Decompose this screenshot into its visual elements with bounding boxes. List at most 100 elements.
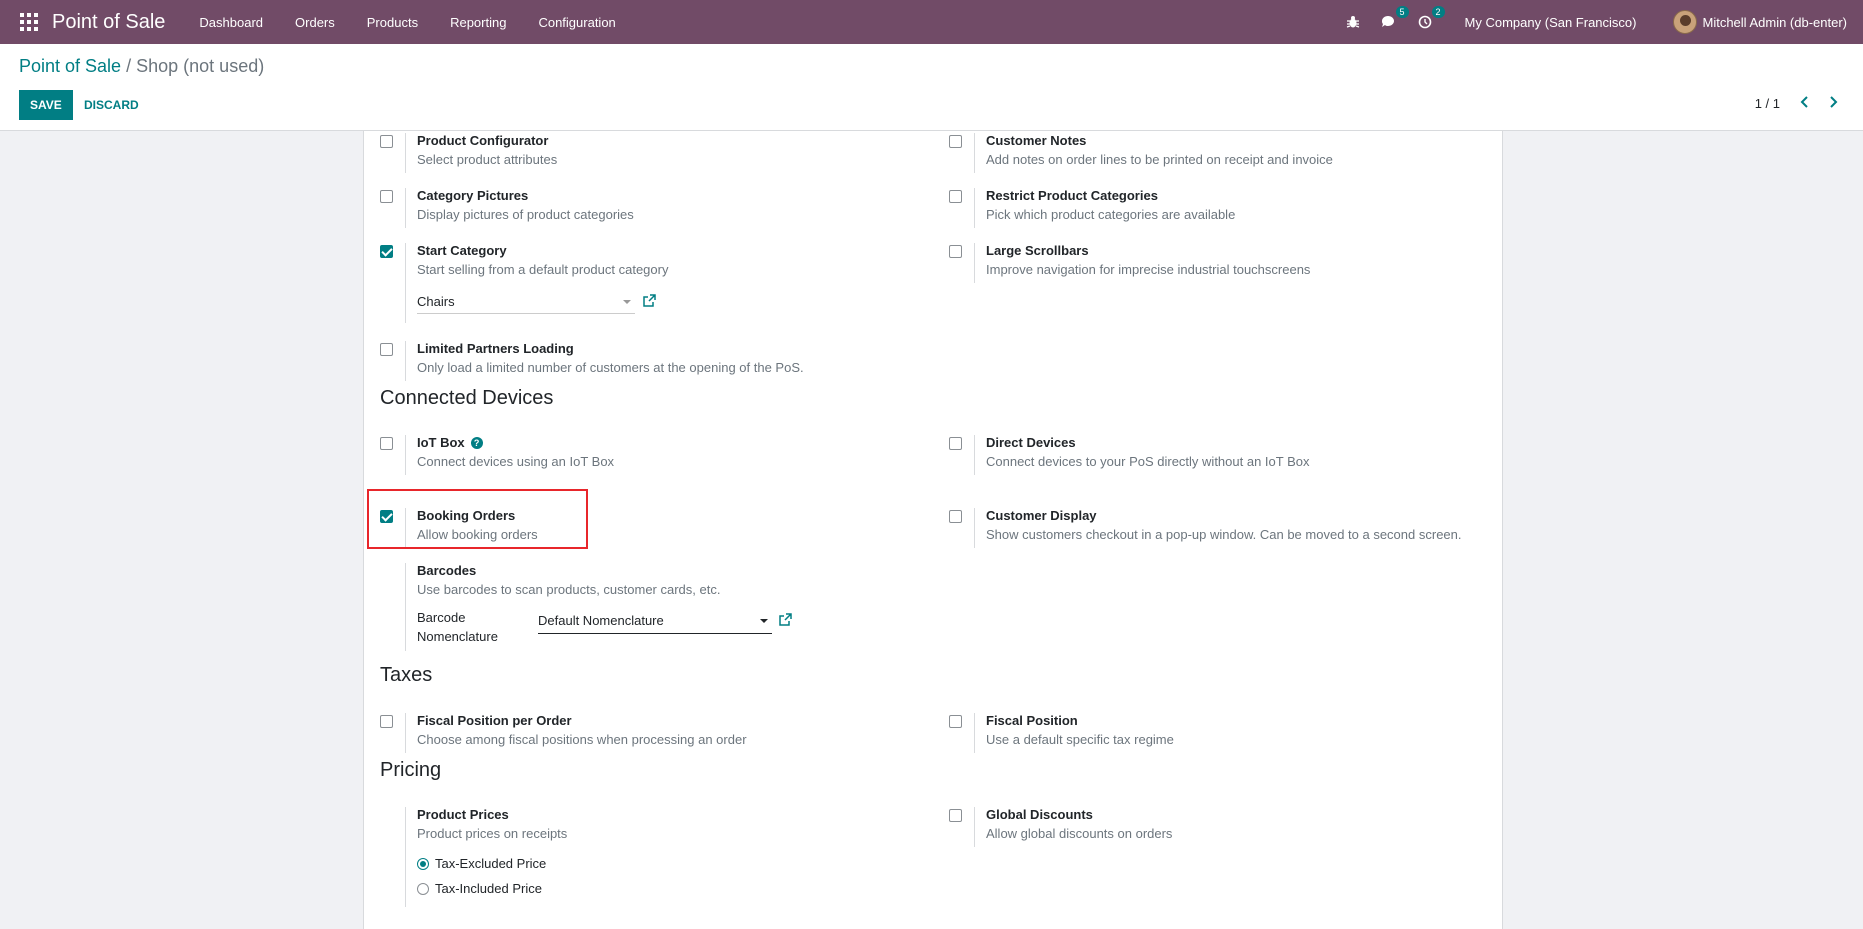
pager-next-icon[interactable] xyxy=(1825,94,1841,110)
product-configurator-checkbox[interactable] xyxy=(380,135,393,148)
activities-clock-icon[interactable]: 2 xyxy=(1415,6,1445,32)
menu-dashboard[interactable]: Dashboard xyxy=(183,15,279,30)
restrict-categories-desc: Pick which product categories are availa… xyxy=(986,207,1236,222)
direct-devices-desc: Connect devices to your PoS directly wit… xyxy=(986,454,1310,469)
breadcrumb-parent[interactable]: Point of Sale xyxy=(19,56,121,76)
setting-barcodes: Barcodes Use barcodes to scan products, … xyxy=(380,563,820,651)
company-switcher[interactable]: My Company (San Francisco) xyxy=(1465,15,1637,30)
setting-product-configurator: Product Configurator Select product attr… xyxy=(380,133,820,173)
apps-menu-icon[interactable] xyxy=(20,13,38,31)
category-pictures-desc: Display pictures of product categories xyxy=(417,207,634,222)
breadcrumb: Point of Sale / Shop (not used) xyxy=(19,56,264,77)
limited-partners-desc: Only load a limited number of customers … xyxy=(417,360,804,375)
menu-products[interactable]: Products xyxy=(351,15,434,30)
highlight-box xyxy=(367,489,588,549)
large-scrollbars-desc: Improve navigation for imprecise industr… xyxy=(986,262,1311,277)
start-category-desc: Start selling from a default product cat… xyxy=(417,262,669,277)
setting-fiscal-position-order: Fiscal Position per Order Choose among f… xyxy=(380,713,820,753)
direct-devices-checkbox[interactable] xyxy=(949,437,962,450)
section-pricing: Pricing xyxy=(380,759,442,781)
fiscal-position-order-title: Fiscal Position per Order xyxy=(417,713,572,728)
control-panel: Point of Sale / Shop (not used) SAVE DIS… xyxy=(0,44,1863,131)
setting-direct-devices: Direct Devices Connect devices to your P… xyxy=(949,435,1489,475)
limited-partners-title: Limited Partners Loading xyxy=(417,341,574,356)
barcodes-desc: Use barcodes to scan products, customer … xyxy=(417,582,721,597)
global-discounts-title: Global Discounts xyxy=(986,807,1093,822)
start-category-select[interactable]: Chairs xyxy=(417,294,635,314)
product-configurator-title: Product Configurator xyxy=(417,133,549,148)
product-prices-title: Product Prices xyxy=(417,807,509,822)
chevron-down-icon xyxy=(623,300,631,304)
fiscal-position-order-desc: Choose among fiscal positions when proce… xyxy=(417,732,747,747)
top-navbar: Point of Sale Dashboard Orders Products … xyxy=(0,0,1863,44)
breadcrumb-separator: / xyxy=(126,56,132,76)
external-link-icon[interactable] xyxy=(778,613,792,627)
tax-excluded-label[interactable]: Tax-Excluded Price xyxy=(435,856,546,871)
setting-iot-box: IoT Box? Connect devices using an IoT Bo… xyxy=(380,435,820,475)
setting-limited-partners: Limited Partners Loading Only load a lim… xyxy=(380,341,820,381)
setting-customer-display: Customer Display Show customers checkout… xyxy=(949,508,1489,548)
customer-notes-title: Customer Notes xyxy=(986,133,1087,148)
pager-previous-icon[interactable] xyxy=(1797,94,1813,110)
iot-box-desc: Connect devices using an IoT Box xyxy=(417,454,615,469)
barcode-nomenclature-select[interactable]: Default Nomenclature xyxy=(538,613,772,634)
global-discounts-checkbox[interactable] xyxy=(949,809,962,822)
main-menu: Dashboard Orders Products Reporting Conf… xyxy=(183,15,631,30)
customer-notes-desc: Add notes on order lines to be printed o… xyxy=(986,152,1333,167)
iot-box-title: IoT Box xyxy=(417,435,465,450)
messages-chat-icon[interactable]: 5 xyxy=(1379,6,1409,32)
barcode-nomenclature-value: Default Nomenclature xyxy=(538,613,664,628)
setting-customer-notes: Customer Notes Add notes on order lines … xyxy=(949,133,1489,173)
customer-notes-checkbox[interactable] xyxy=(949,135,962,148)
save-button[interactable]: SAVE xyxy=(19,90,73,120)
setting-global-discounts: Global Discounts Allow global discounts … xyxy=(949,807,1489,847)
section-taxes: Taxes xyxy=(380,664,433,686)
menu-reporting[interactable]: Reporting xyxy=(434,15,522,30)
caret-down-icon xyxy=(760,619,768,623)
app-brand[interactable]: Point of Sale xyxy=(52,11,165,34)
setting-restrict-categories: Restrict Product Categories Pick which p… xyxy=(949,188,1489,228)
fiscal-position-order-checkbox[interactable] xyxy=(380,715,393,728)
customer-display-checkbox[interactable] xyxy=(949,510,962,523)
debug-bug-icon[interactable] xyxy=(1343,12,1363,32)
external-link-icon[interactable] xyxy=(642,294,656,308)
iot-box-title-wrap: IoT Box? xyxy=(417,435,483,450)
customer-display-title: Customer Display xyxy=(986,508,1097,523)
start-category-checkbox[interactable] xyxy=(380,245,393,258)
tax-included-label[interactable]: Tax-Included Price xyxy=(435,881,542,896)
barcode-label-line2: Nomenclature xyxy=(417,629,498,644)
navbar-systray: 5 2 My Company (San Francisco) Mitchell … xyxy=(1335,0,1863,44)
breadcrumb-current: Shop (not used) xyxy=(136,56,265,76)
product-configurator-desc: Select product attributes xyxy=(417,152,558,167)
user-menu[interactable]: Mitchell Admin (db-enter) xyxy=(1703,15,1848,30)
customer-display-desc: Show customers checkout in a pop-up wind… xyxy=(986,527,1462,542)
large-scrollbars-title: Large Scrollbars xyxy=(986,243,1089,258)
limited-partners-checkbox[interactable] xyxy=(380,343,393,356)
setting-fiscal-position: Fiscal Position Use a default specific t… xyxy=(949,713,1489,753)
pager-value[interactable]: 1 / 1 xyxy=(1755,96,1780,111)
setting-category-pictures: Category Pictures Display pictures of pr… xyxy=(380,188,820,228)
user-avatar[interactable] xyxy=(1672,10,1697,34)
setting-product-prices: Product Prices Product prices on receipt… xyxy=(380,807,820,907)
product-prices-desc: Product prices on receipts xyxy=(417,826,568,841)
discard-button[interactable]: DISCARD xyxy=(76,90,147,120)
tax-excluded-radio[interactable] xyxy=(417,858,429,870)
fiscal-position-title: Fiscal Position xyxy=(986,713,1078,728)
menu-orders[interactable]: Orders xyxy=(279,15,351,30)
iot-box-checkbox[interactable] xyxy=(380,437,393,450)
restrict-categories-checkbox[interactable] xyxy=(949,190,962,203)
setting-large-scrollbars: Large Scrollbars Improve navigation for … xyxy=(949,243,1489,283)
fiscal-position-checkbox[interactable] xyxy=(949,715,962,728)
fiscal-position-desc: Use a default specific tax regime xyxy=(986,732,1174,747)
restrict-categories-title: Restrict Product Categories xyxy=(986,188,1158,203)
tax-included-radio[interactable] xyxy=(417,883,429,895)
barcodes-title: Barcodes xyxy=(417,563,477,578)
messages-badge: 5 xyxy=(1395,6,1409,18)
category-pictures-checkbox[interactable] xyxy=(380,190,393,203)
direct-devices-title: Direct Devices xyxy=(986,435,1076,450)
section-connected-devices: Connected Devices xyxy=(380,387,554,409)
large-scrollbars-checkbox[interactable] xyxy=(949,245,962,258)
global-discounts-desc: Allow global discounts on orders xyxy=(986,826,1173,841)
menu-configuration[interactable]: Configuration xyxy=(522,15,631,30)
help-question-icon[interactable]: ? xyxy=(470,437,483,449)
